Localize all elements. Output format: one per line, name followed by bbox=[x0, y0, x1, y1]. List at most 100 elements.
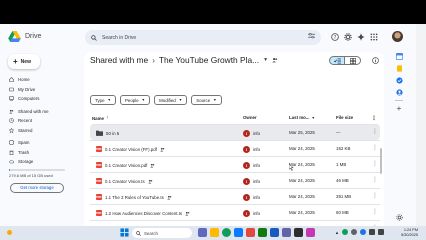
brave-icon[interactable] bbox=[246, 228, 255, 237]
owner-avatar: I bbox=[243, 194, 250, 201]
row-more-options-icon[interactable]: ⋮ bbox=[372, 144, 378, 151]
avatar[interactable] bbox=[392, 31, 403, 42]
sidebar-item-home[interactable]: Home bbox=[6, 75, 76, 85]
file-name-cell: PDF 0.1 Creator Vision.ts bbox=[96, 178, 153, 184]
teams-icon[interactable] bbox=[282, 228, 291, 237]
shared-icon bbox=[147, 179, 152, 183]
column-header-name[interactable]: Name ↑ bbox=[92, 115, 108, 121]
column-header-modified[interactable]: Last mo... ▼ bbox=[289, 115, 315, 120]
size-cell: 1 MB bbox=[336, 162, 347, 167]
tray-app-icon[interactable] bbox=[359, 229, 366, 235]
tasks-icon[interactable] bbox=[395, 76, 403, 84]
file-explorer-icon[interactable] bbox=[210, 228, 219, 237]
chrome-icon[interactable] bbox=[222, 228, 231, 237]
system-tray: ▲ bbox=[335, 229, 384, 235]
row-more-options-icon[interactable]: ⋮ bbox=[372, 176, 378, 183]
list-view-button[interactable] bbox=[329, 56, 345, 65]
home-icon bbox=[9, 77, 14, 83]
row-more-options-icon[interactable]: ⋮ bbox=[372, 128, 378, 135]
help-icon[interactable]: ? bbox=[330, 32, 339, 41]
column-header-owner[interactable]: Owner bbox=[243, 115, 257, 120]
table-row[interactable]: PDF 1.2 How Audiences Discover Content.ts… bbox=[90, 204, 380, 220]
chevron-up-icon[interactable]: ▲ bbox=[335, 230, 339, 235]
computer-icon bbox=[9, 96, 14, 101]
edge-icon[interactable] bbox=[234, 228, 243, 237]
table-row[interactable]: PDF 0.1 Creator Vision.ts Iinfo Mar 24, 202… bbox=[90, 172, 380, 188]
filter-chip-type[interactable]: Type ▼ bbox=[90, 95, 116, 105]
dropdown-icon: ▼ bbox=[311, 115, 315, 120]
table-row[interactable]: PDF 1.1 The 3 Rules of YouTube.ts Iinfo Mar… bbox=[90, 188, 380, 204]
chip-label: Source bbox=[196, 97, 211, 103]
shared-icon bbox=[160, 147, 165, 151]
taskbar-search[interactable]: Search bbox=[132, 228, 192, 238]
contacts-icon[interactable] bbox=[395, 88, 403, 96]
terminal-icon[interactable] bbox=[294, 228, 303, 237]
chevron-down-icon[interactable]: ▼ bbox=[263, 57, 268, 63]
wifi-icon[interactable] bbox=[368, 229, 375, 235]
filter-chip-source[interactable]: Source ▼ bbox=[191, 95, 222, 105]
search-options-icon[interactable] bbox=[308, 33, 315, 39]
keep-icon[interactable] bbox=[395, 64, 403, 72]
column-header-size[interactable]: File size bbox=[336, 115, 353, 120]
calendar-icon[interactable] bbox=[395, 52, 403, 60]
view-toggle bbox=[329, 56, 361, 65]
window-scrollbar[interactable] bbox=[416, 24, 426, 226]
info-icon[interactable] bbox=[372, 57, 379, 64]
app-icon[interactable] bbox=[306, 228, 315, 237]
breadcrumb-parent[interactable]: Shared with me bbox=[90, 55, 148, 65]
sidebar-item-label: Trash bbox=[18, 149, 30, 155]
spam-icon bbox=[9, 140, 14, 146]
page-title[interactable]: The YouTube Growth Pla... bbox=[159, 55, 259, 65]
grid-view-button[interactable] bbox=[345, 56, 361, 65]
scrollbar[interactable] bbox=[380, 148, 382, 174]
volume-icon[interactable] bbox=[377, 229, 384, 235]
windows-start-icon[interactable] bbox=[120, 228, 129, 237]
clock[interactable]: 1:24 PM 5/30/2025 bbox=[396, 228, 418, 237]
grid-icon bbox=[349, 57, 356, 64]
row-more-options-icon[interactable]: ⋮ bbox=[372, 160, 378, 167]
tray-app-icon[interactable] bbox=[341, 229, 348, 235]
column-label: Last mo... bbox=[289, 115, 310, 120]
sidebar-item-storage[interactable]: Storage bbox=[6, 157, 76, 167]
dropdown-icon: ▼ bbox=[178, 98, 183, 102]
table-row[interactable]: PDF 0.1 Creator Vision (FF).pdf Iinfo Mar 2… bbox=[90, 140, 380, 156]
excel-icon[interactable] bbox=[258, 228, 267, 237]
word-icon[interactable] bbox=[270, 228, 279, 237]
apps-grid-icon[interactable] bbox=[369, 32, 378, 41]
get-more-storage-button[interactable]: Get more storage bbox=[10, 182, 64, 193]
taskbar-apps bbox=[120, 228, 129, 237]
drive-logo-icon bbox=[8, 31, 21, 42]
sidebar-item-computers[interactable]: Computers bbox=[6, 94, 76, 104]
new-button[interactable]: + New bbox=[8, 54, 40, 69]
sidebar-item-spam[interactable]: Spam bbox=[6, 138, 76, 148]
owner-name: info bbox=[253, 163, 261, 168]
people-icon bbox=[9, 109, 14, 114]
gemini-icon[interactable] bbox=[356, 32, 365, 41]
row-more-options-icon[interactable]: ⋮ bbox=[372, 192, 378, 199]
filter-chip-people[interactable]: People ▼ bbox=[120, 95, 151, 105]
weather-widget[interactable] bbox=[6, 229, 13, 236]
search-bar[interactable]: Search in Drive bbox=[85, 30, 321, 45]
table-row[interactable]: 50 in 5 Iinfo Mar 25, 2025 — ⋮ bbox=[90, 124, 380, 140]
sidebar-item-my-drive[interactable]: My Drive bbox=[6, 85, 76, 95]
sidebar-item-shared-with-me[interactable]: Shared with me bbox=[6, 107, 76, 117]
storage-bar bbox=[9, 168, 65, 171]
drive-logo[interactable]: Drive bbox=[8, 31, 41, 42]
table-row[interactable]: PDF 0.1 Creator Vision.pdf Iinfo Mar 24, 20… bbox=[90, 156, 380, 172]
more-options-icon[interactable]: ⋮ bbox=[371, 115, 377, 122]
task-view-icon[interactable] bbox=[198, 228, 207, 237]
table-header: Name ↑ Owner Last mo... ▼ File size ⋮ bbox=[90, 113, 380, 123]
tray-app-icon[interactable] bbox=[350, 229, 357, 235]
filter-chip-modified[interactable]: Modified ▼ bbox=[154, 95, 188, 105]
sidebar-item-trash[interactable]: Trash bbox=[6, 148, 76, 158]
search-icon[interactable] bbox=[91, 34, 97, 41]
add-icon[interactable]: + bbox=[395, 104, 403, 113]
settings-icon[interactable] bbox=[396, 214, 403, 221]
row-more-options-icon[interactable]: ⋮ bbox=[372, 208, 378, 215]
owner-avatar: I bbox=[243, 178, 250, 185]
sidebar-item-starred[interactable]: Starred bbox=[6, 126, 76, 136]
settings-icon[interactable] bbox=[343, 32, 352, 41]
sidebar-item-recent[interactable]: Recent bbox=[6, 116, 76, 126]
pinned-apps bbox=[198, 228, 315, 237]
sort-arrow-up-icon[interactable]: ↑ bbox=[106, 115, 109, 121]
